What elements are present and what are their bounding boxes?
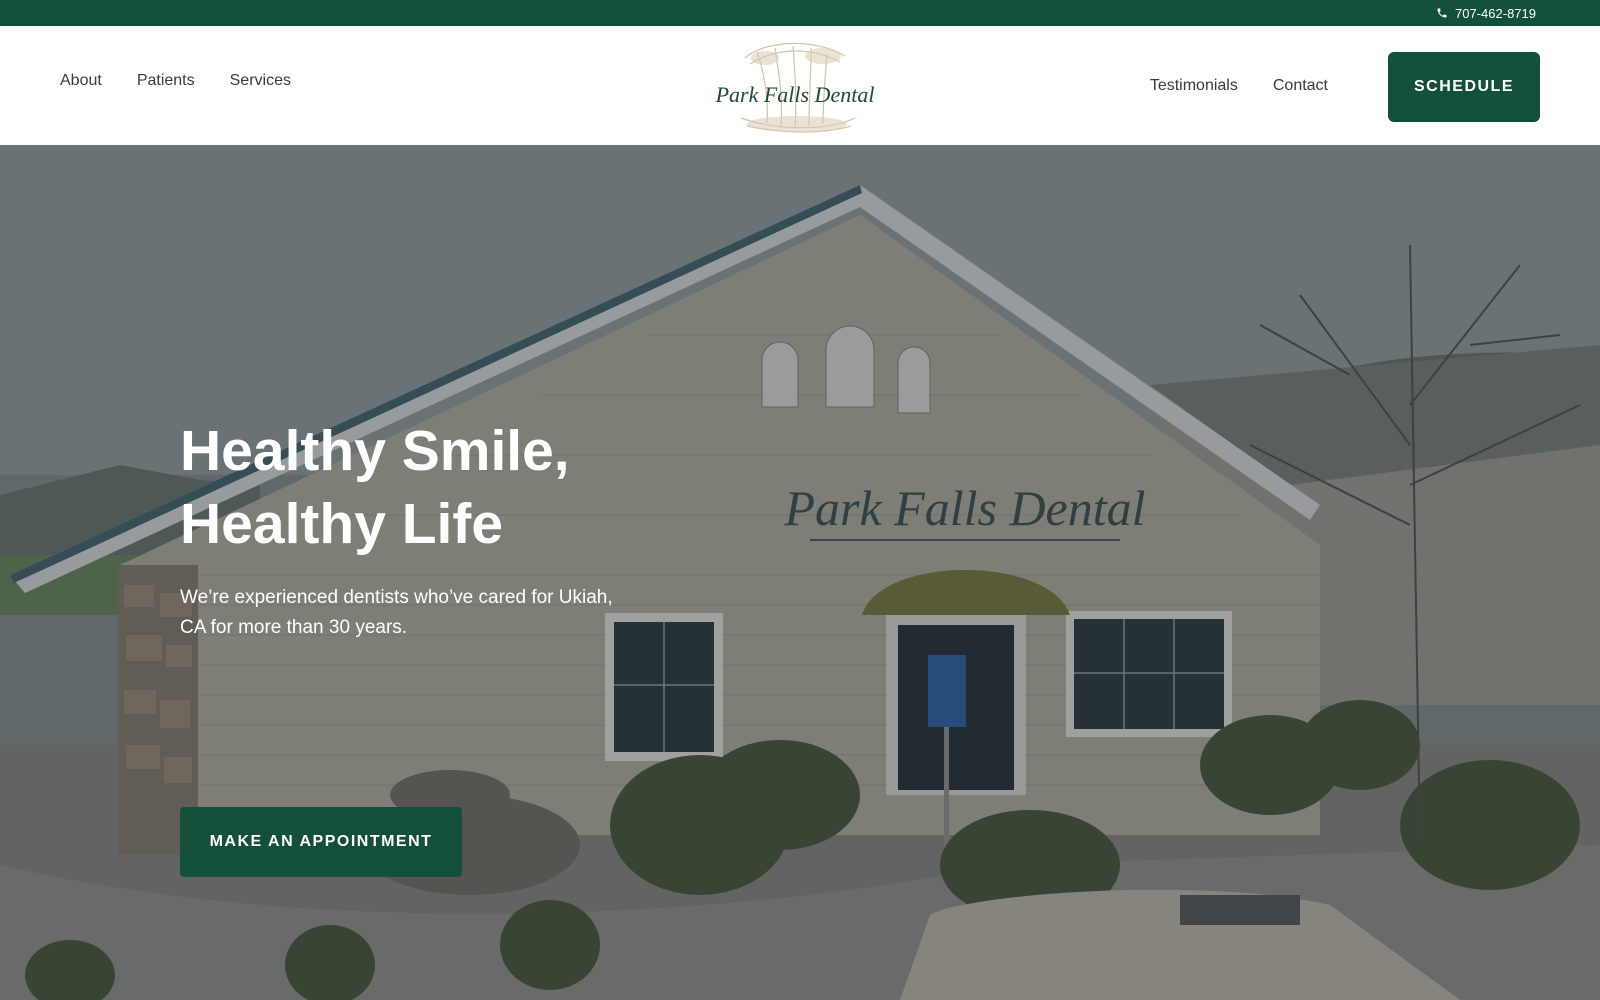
hero-subtitle: We’re experienced dentists who’ve cared … — [180, 587, 613, 638]
phone-number: 707-462-8719 — [1455, 5, 1536, 21]
nav-link-contact[interactable]: Contact — [1273, 77, 1328, 95]
phone-icon — [1437, 8, 1447, 18]
site-header: About Patients Services Park Falls Denta… — [0, 26, 1600, 145]
site-logo[interactable]: Park Falls Dental — [705, 38, 895, 136]
nav-link-testimonials[interactable]: Testimonials — [1150, 77, 1238, 95]
hero-title-line-1: Healthy Smile, — [180, 419, 570, 483]
top-bar: 707-462-8719 — [0, 0, 1600, 26]
hero-title: Healthy Smile, Healthy Life — [180, 415, 640, 561]
nav-link-patients[interactable]: Patients — [137, 72, 195, 90]
hero-section: Park Falls Dental Healthy Smile, Healthy… — [0, 145, 1600, 1000]
hero-title-line-2: Healthy Life — [180, 492, 504, 556]
logo-text: Park Falls Dental — [715, 82, 875, 107]
nav-link-about[interactable]: About — [60, 72, 102, 90]
primary-nav-left: About Patients Services — [60, 26, 291, 136]
schedule-button[interactable]: SCHEDULE — [1388, 52, 1540, 122]
nav-link-services[interactable]: Services — [230, 72, 291, 90]
phone-link[interactable]: 707-462-8719 — [1436, 0, 1536, 26]
hero-content: Healthy Smile, Healthy Life We’re experi… — [180, 415, 640, 877]
make-appointment-button[interactable]: MAKE AN APPOINTMENT — [180, 807, 462, 877]
primary-nav-right: Testimonials Contact — [1150, 26, 1328, 145]
